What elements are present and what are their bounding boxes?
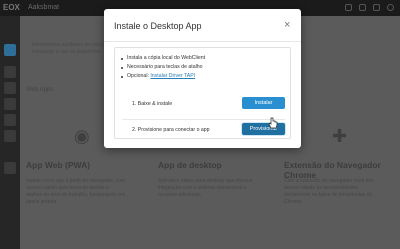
step-label: 1. Baixe & instale (132, 101, 173, 107)
avatar[interactable] (387, 4, 394, 11)
sidebar-item-voicemail[interactable] (4, 114, 16, 126)
brand-logo: EOX (3, 3, 20, 12)
card-title: Extensão do Navegador Chrome (284, 160, 381, 180)
install-button[interactable]: Instalar (242, 97, 285, 109)
hand-cursor-icon (268, 117, 278, 129)
sidebar-item-recordings[interactable] (4, 130, 16, 142)
puzzle-icon: ✚ (332, 126, 348, 146)
sidebar-item-reports[interactable] (4, 162, 16, 174)
card-text: Instale como app a partir do navegador, … (26, 178, 126, 205)
step-provision: 2. Provisione para conectar o app Provis… (122, 120, 285, 140)
list-item: Opcional: Instalar Driver TAPI (121, 72, 286, 81)
chrome-icon: ◉ (74, 126, 90, 146)
sidebar (0, 16, 20, 249)
card-text: Aplicativo nativo para desktop que ofere… (158, 178, 253, 198)
step-label: 2. Provisione para conectar o app (132, 127, 210, 133)
phone-icon[interactable] (345, 4, 352, 11)
step-download: 1. Baixe & instale Instalar (122, 94, 285, 114)
section-title: Web Apps (26, 87, 54, 93)
card-title: App Web (PWA) (26, 160, 91, 170)
card-text: Com a extensão do navegador você tem ace… (284, 178, 375, 205)
sidebar-item-contacts[interactable] (4, 66, 16, 78)
help-icon[interactable] (359, 4, 366, 11)
feature-list: Instala a cópia local do WebClient Neces… (121, 54, 286, 81)
list-item: Necessário para teclas de atalho (121, 63, 286, 72)
dialog-title: Instale o Desktop App (114, 21, 202, 31)
list-item: Instala a cópia local do WebClient (121, 54, 286, 63)
provision-button[interactable]: Provisionar (242, 123, 285, 135)
settings-icon[interactable] (373, 4, 380, 11)
divider (104, 41, 301, 42)
install-tapi-driver-link[interactable]: Instalar Driver TAPI (150, 73, 195, 79)
sidebar-item-calls[interactable] (4, 98, 16, 110)
close-icon[interactable]: × (284, 20, 290, 31)
sidebar-item-home[interactable] (4, 44, 16, 56)
card-title: App de desktop (158, 160, 222, 170)
sidebar-item-chat[interactable] (4, 82, 16, 94)
install-panel: Instala a cópia local do WebClient Neces… (114, 47, 291, 139)
app-name: Aaksbmat (28, 4, 60, 11)
